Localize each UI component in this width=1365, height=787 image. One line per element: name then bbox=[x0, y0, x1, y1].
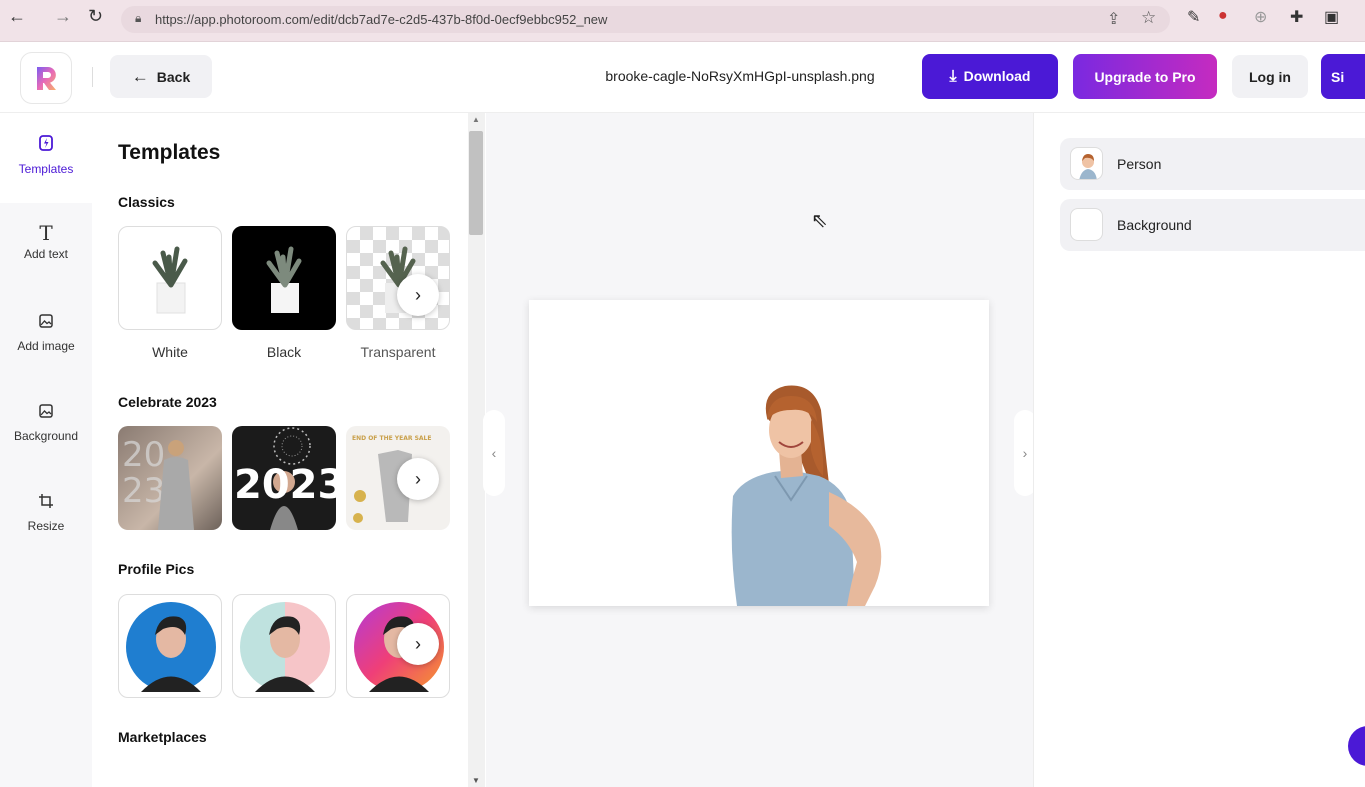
tool-rail: Templates T Add text Add image Backgroun… bbox=[0, 113, 92, 787]
reload-icon[interactable]: ↻ bbox=[88, 6, 103, 27]
template-card-celebrate-1[interactable]: 20 23 bbox=[118, 426, 222, 530]
back-label: Back bbox=[156, 68, 191, 85]
arrow-left-icon[interactable]: ← bbox=[8, 6, 26, 27]
signup-button[interactable]: Si bbox=[1321, 54, 1365, 99]
extension-icon[interactable]: ● bbox=[1218, 7, 1228, 25]
svg-text:23: 23 bbox=[122, 471, 165, 511]
blank-thumbnail bbox=[1070, 208, 1103, 241]
plant-image bbox=[152, 246, 188, 314]
rail-item-background[interactable]: Background bbox=[0, 404, 92, 443]
plant-image bbox=[380, 246, 416, 313]
plant-image bbox=[266, 246, 302, 313]
eyedropper-extension-icon[interactable]: ✎ bbox=[1187, 7, 1200, 27]
fireworks-image: 2023 bbox=[234, 427, 336, 530]
section-title-celebrate-2023: Celebrate 2023 bbox=[118, 394, 217, 410]
template-card-profile-pastel[interactable] bbox=[232, 594, 336, 698]
download-button[interactable]: ⤓ Download bbox=[922, 54, 1058, 99]
crop-icon bbox=[0, 494, 92, 513]
template-card-black[interactable] bbox=[232, 226, 336, 330]
arrow-left-icon: ← bbox=[131, 66, 149, 86]
section-title-marketplaces: Marketplaces bbox=[118, 729, 207, 745]
svg-text:20: 20 bbox=[122, 435, 165, 475]
photoroom-logo[interactable] bbox=[20, 52, 72, 104]
browser-toolbar: ← → ↻ 🔒︎ https://app.photoroom.com/edit/… bbox=[0, 0, 1365, 42]
scroll-up-icon[interactable]: ▲ bbox=[472, 115, 480, 124]
template-caption: Black bbox=[266, 344, 302, 360]
share-icon[interactable]: ⇪ bbox=[1107, 9, 1120, 29]
scrollbar-thumb[interactable] bbox=[469, 131, 483, 235]
svg-text:END OF THE YEAR SALE: END OF THE YEAR SALE bbox=[352, 435, 431, 442]
login-button[interactable]: Log in bbox=[1232, 55, 1308, 98]
svg-text:2023: 2023 bbox=[234, 462, 336, 508]
editor-canvas[interactable]: ‹ › ⇖ bbox=[483, 113, 1036, 787]
party-woman-image: 20 23 bbox=[122, 435, 194, 530]
rail-label: Templates bbox=[18, 162, 74, 176]
rail-label: Resize bbox=[27, 519, 65, 533]
puzzle-extensions-icon[interactable]: ✚ bbox=[1290, 7, 1303, 27]
section-title-classics: Classics bbox=[118, 194, 175, 210]
person-cutout-image bbox=[731, 385, 882, 606]
layers-panel: Person Background bbox=[1033, 113, 1365, 787]
rail-item-resize[interactable]: Resize bbox=[0, 494, 92, 533]
address-bar[interactable]: 🔒︎ https://app.photoroom.com/edit/dcb7ad… bbox=[121, 6, 1170, 33]
template-card-celebrate-2[interactable]: 2023 bbox=[232, 426, 336, 530]
rail-label: Add image bbox=[17, 339, 75, 353]
rail-label: Background bbox=[13, 429, 79, 443]
background-icon bbox=[0, 404, 92, 423]
profile-portrait-image bbox=[126, 602, 216, 692]
template-card-white[interactable] bbox=[118, 226, 222, 330]
back-button[interactable]: ← Back bbox=[110, 55, 212, 98]
rail-item-add-text[interactable]: T Add text bbox=[0, 221, 92, 261]
section-title-profile-pics: Profile Pics bbox=[118, 561, 195, 577]
layer-label: Person bbox=[1117, 156, 1162, 172]
header-divider bbox=[92, 67, 93, 87]
mouse-cursor-icon: ⇖ bbox=[811, 210, 828, 232]
collapse-left-panel-button[interactable]: ‹ bbox=[483, 410, 505, 496]
globe-extension-icon[interactable]: ⊕ bbox=[1254, 7, 1267, 27]
rail-label: Add text bbox=[23, 247, 69, 261]
profile-portrait-image bbox=[240, 602, 330, 692]
layer-item-background[interactable]: Background bbox=[1060, 199, 1365, 251]
layer-label: Background bbox=[1117, 217, 1192, 233]
scroll-down-icon[interactable]: ▼ bbox=[472, 776, 480, 785]
template-card-profile-blue[interactable] bbox=[118, 594, 222, 698]
image-icon bbox=[0, 314, 92, 333]
person-thumbnail bbox=[1070, 147, 1103, 180]
upgrade-to-pro-button[interactable]: Upgrade to Pro bbox=[1073, 54, 1217, 99]
bookmark-star-icon[interactable]: ☆ bbox=[1141, 8, 1156, 28]
artboard[interactable] bbox=[529, 300, 989, 606]
rail-item-templates[interactable]: Templates bbox=[0, 113, 92, 203]
templates-icon bbox=[0, 135, 92, 156]
chevron-right-icon[interactable]: › bbox=[397, 274, 439, 316]
chevron-right-icon[interactable]: › bbox=[397, 623, 439, 665]
lock-icon: 🔒︎ bbox=[135, 11, 142, 25]
templates-panel: Templates Classics White Black Transpare… bbox=[92, 113, 468, 787]
template-caption: Transparent bbox=[360, 344, 436, 360]
chevron-right-icon[interactable]: › bbox=[397, 458, 439, 500]
download-icon: ⤓ bbox=[949, 67, 957, 85]
file-name: brooke-cagle-NoRsyXmHGpI-unsplash.png bbox=[605, 68, 875, 84]
arrow-right-icon[interactable]: → bbox=[54, 6, 72, 27]
layer-item-person[interactable]: Person bbox=[1060, 138, 1365, 190]
url-text: https://app.photoroom.com/edit/dcb7ad7e-… bbox=[155, 12, 608, 27]
template-caption: White bbox=[152, 344, 188, 360]
template-card-transparent[interactable] bbox=[346, 226, 450, 330]
download-label: Download bbox=[963, 67, 1031, 84]
app-header: ← Back brooke-cagle-NoRsyXmHGpI-unsplash.… bbox=[0, 42, 1365, 113]
rail-item-add-image[interactable]: Add image bbox=[0, 314, 92, 353]
panel-title: Templates bbox=[118, 141, 221, 164]
text-icon: T bbox=[39, 221, 53, 245]
sidepanel-icon[interactable]: ▣ bbox=[1324, 7, 1339, 27]
